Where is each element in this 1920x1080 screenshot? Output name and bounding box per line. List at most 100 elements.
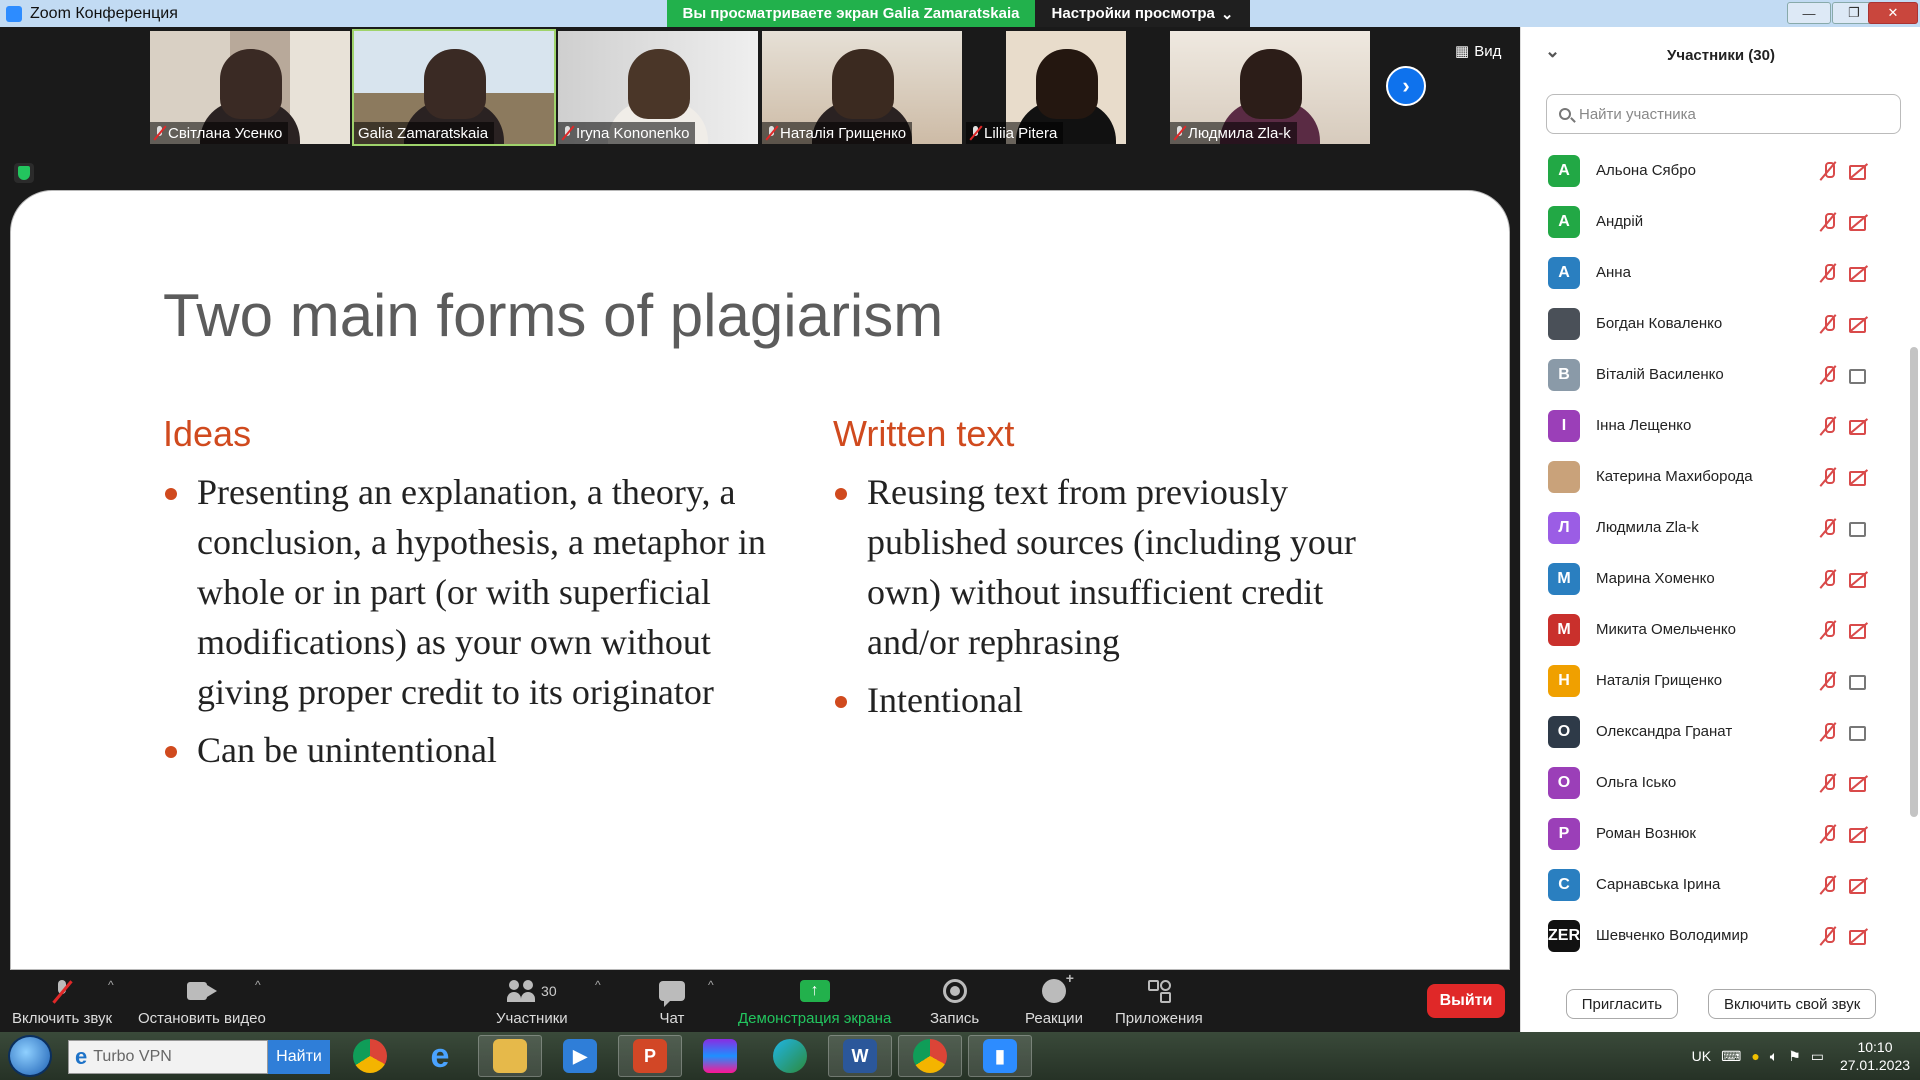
avatar: М xyxy=(1548,562,1580,595)
mic-muted-icon xyxy=(1821,365,1835,385)
meeting-toolbar: Включить звук ^ Остановить видео ^ 30 Уч… xyxy=(0,970,1520,1032)
participant-row[interactable]: В Віталій Василенко xyxy=(1521,349,1920,400)
participant-row[interactable]: С Сарнавська Ірина xyxy=(1521,859,1920,910)
video-options-caret-icon[interactable]: ^ xyxy=(255,978,261,992)
winrar-icon[interactable] xyxy=(688,1035,752,1077)
taskbar-search-input[interactable]: e Turbo VPN xyxy=(68,1040,268,1074)
bullet-item: Can be unintentional xyxy=(163,725,773,775)
video-tile[interactable]: Iryna Kononenko xyxy=(558,31,758,144)
volume-icon[interactable]: 🔈︎ xyxy=(1770,1048,1778,1065)
participant-row[interactable]: Н Наталія Грищенко xyxy=(1521,655,1920,706)
language-indicator[interactable]: UK xyxy=(1692,1048,1711,1064)
video-tile-active-speaker[interactable]: Galia Zamaratskaia xyxy=(352,29,556,146)
participant-row[interactable]: ZER Шевченко Володимир xyxy=(1521,910,1920,961)
participant-row[interactable]: М Марина Хоменко xyxy=(1521,553,1920,604)
view-button[interactable]: ▦ Вид xyxy=(1455,42,1501,61)
ideas-bullet-list: Presenting an explanation, a theory, a c… xyxy=(163,467,773,783)
mic-muted-icon xyxy=(970,126,980,140)
participant-row[interactable]: Богдан Коваленко xyxy=(1521,298,1920,349)
participants-options-caret-icon[interactable]: ^ xyxy=(595,978,601,992)
participants-button[interactable]: 30 Участники xyxy=(496,978,568,1027)
participant-row[interactable]: Катерина Махиборода xyxy=(1521,451,1920,502)
clock[interactable]: 10:10 27.01.2023 xyxy=(1830,1038,1920,1074)
video-tile[interactable]: Світлана Усенко xyxy=(150,31,350,144)
avatar: А xyxy=(1548,256,1580,289)
avatar: А xyxy=(1548,205,1580,238)
avatar: О xyxy=(1548,715,1580,748)
chrome-window-icon[interactable] xyxy=(898,1035,962,1077)
participant-row[interactable]: О Ольга Ісько xyxy=(1521,757,1920,808)
leave-meeting-button[interactable]: Выйти xyxy=(1427,984,1505,1018)
file-explorer-icon[interactable] xyxy=(478,1035,542,1077)
participant-row[interactable]: М Микита Омельченко xyxy=(1521,604,1920,655)
participant-search-input[interactable]: Найти участника xyxy=(1546,94,1901,134)
word-icon[interactable]: W xyxy=(828,1035,892,1077)
participant-name: Ольга Ісько xyxy=(1596,774,1677,791)
avatar xyxy=(1548,307,1580,340)
video-tile[interactable]: Liliia Pitera xyxy=(966,31,1166,144)
unmute-me-button[interactable]: Включить свой звук xyxy=(1708,989,1877,1019)
avatar: М xyxy=(1548,613,1580,646)
share-screen-button[interactable]: ↑ Демонстрация экрана xyxy=(738,978,891,1027)
search-placeholder: Найти участника xyxy=(1579,105,1696,123)
unmute-button[interactable]: Включить звук xyxy=(12,978,112,1027)
zoom-taskbar-icon[interactable]: ▮ xyxy=(968,1035,1032,1077)
video-on-icon xyxy=(1849,521,1869,537)
video-off-icon xyxy=(1849,623,1869,639)
video-tile-name: Наталія Грищенко xyxy=(762,122,913,144)
participant-row[interactable]: Р Роман Вознюк xyxy=(1521,808,1920,859)
participants-icon xyxy=(507,980,537,1002)
video-tile[interactable]: Людмила Zla-k xyxy=(1170,31,1370,144)
audio-options-caret-icon[interactable]: ^ xyxy=(108,978,114,992)
participant-row[interactable]: А Анна xyxy=(1521,247,1920,298)
taskbar-search-button[interactable]: Найти xyxy=(268,1040,330,1074)
participant-name: Марина Хоменко xyxy=(1596,570,1715,587)
chat-options-caret-icon[interactable]: ^ xyxy=(708,978,714,992)
minimize-button[interactable]: — xyxy=(1787,2,1831,24)
security-tray-icon[interactable]: ● xyxy=(1751,1048,1759,1064)
mic-muted-icon xyxy=(1821,875,1835,895)
video-off-icon xyxy=(1849,878,1869,894)
encryption-shield-icon[interactable] xyxy=(14,163,34,183)
avatar xyxy=(1548,460,1580,493)
collapse-chevron-icon[interactable]: ⌄ xyxy=(1545,41,1560,62)
close-window-button[interactable]: ✕ xyxy=(1868,2,1918,24)
video-off-icon xyxy=(1849,215,1869,231)
network-icon[interactable]: ▭ xyxy=(1811,1048,1824,1065)
video-on-icon xyxy=(1849,725,1869,741)
participant-row[interactable]: Л Людмила Zla-k xyxy=(1521,502,1920,553)
chevron-down-icon: ⌄ xyxy=(1220,5,1234,23)
participants-panel: ⌄ Участники (30) Найти участника А Альона… xyxy=(1520,27,1920,1032)
next-page-arrow-icon[interactable]: › xyxy=(1386,66,1426,106)
internet-explorer-icon[interactable]: e xyxy=(408,1035,472,1077)
participant-row[interactable]: А Андрій xyxy=(1521,196,1920,247)
video-tile-name: Galia Zamaratskaia xyxy=(354,122,495,144)
participant-row[interactable]: I Інна Лещенко xyxy=(1521,400,1920,451)
chat-icon xyxy=(659,981,685,1007)
flag-icon[interactable]: ⚑ xyxy=(1788,1048,1801,1065)
record-button[interactable]: Запись xyxy=(930,978,979,1027)
reactions-button[interactable]: Реакции xyxy=(1025,970,1083,1027)
mic-muted-icon xyxy=(1821,467,1835,487)
participant-list-scrollbar[interactable] xyxy=(1910,347,1918,817)
media-player-icon[interactable]: ▶ xyxy=(548,1035,612,1077)
powerpoint-icon[interactable]: P xyxy=(618,1035,682,1077)
edge-icon[interactable] xyxy=(758,1035,822,1077)
apps-button[interactable]: Приложения xyxy=(1115,978,1203,1027)
participant-row[interactable]: О Олександра Гранат xyxy=(1521,706,1920,757)
start-button[interactable] xyxy=(8,1035,52,1077)
participant-name: Роман Вознюк xyxy=(1596,825,1696,842)
keyboard-icon[interactable]: ⌨ xyxy=(1721,1048,1741,1065)
record-icon xyxy=(942,979,967,1003)
invite-button[interactable]: Пригласить xyxy=(1565,989,1679,1019)
mic-muted-icon xyxy=(1821,620,1835,640)
video-off-icon xyxy=(1849,164,1869,180)
chat-button[interactable]: Чат xyxy=(659,978,685,1027)
participant-row[interactable]: А Альона Сябро xyxy=(1521,145,1920,196)
video-tile[interactable]: Наталія Грищенко xyxy=(762,31,962,144)
stop-video-button[interactable]: Остановить видео xyxy=(138,978,266,1027)
clock-date: 27.01.2023 xyxy=(1839,1057,1911,1073)
view-options-button[interactable]: Настройки просмотра ⌄ xyxy=(1035,0,1250,27)
chrome-app-icon[interactable] xyxy=(338,1035,402,1077)
bullet-item: Intentional xyxy=(833,675,1393,725)
